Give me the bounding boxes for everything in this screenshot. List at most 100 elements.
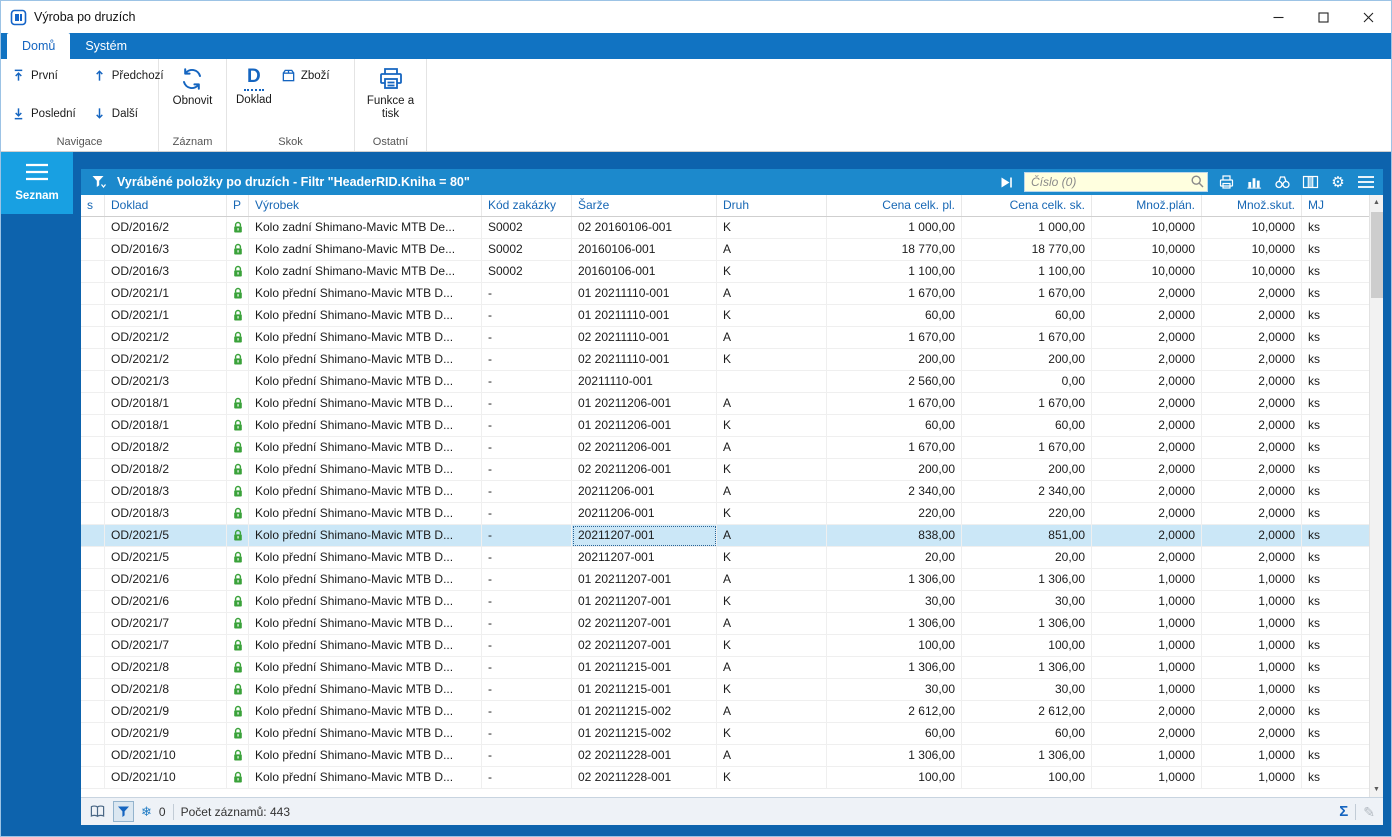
cell-mj[interactable]: ks	[1302, 327, 1371, 349]
cell-sarze[interactable]: 01 20211207-001	[572, 591, 717, 613]
cell-vyrobek[interactable]: Kolo přední Shimano-Mavic MTB D...	[249, 349, 482, 371]
scroll-down-arrow[interactable]: ▼	[1370, 782, 1383, 797]
table-row[interactable]: OD/2021/8 Kolo přední Shimano-Mavic MTB …	[81, 657, 1371, 679]
cell-sarze[interactable]: 20160106-001	[572, 239, 717, 261]
lock-cell[interactable]	[227, 503, 249, 525]
sidebar-item-seznam[interactable]: Seznam	[1, 152, 73, 214]
cell-cena_pl[interactable]: 1 000,00	[827, 217, 962, 239]
column-header-mj[interactable]: MJ	[1302, 195, 1371, 216]
cell-doklad[interactable]: OD/2016/3	[105, 239, 227, 261]
freeze-icon[interactable]: ❄	[141, 805, 152, 818]
lock-cell[interactable]	[227, 217, 249, 239]
cell-doklad[interactable]: OD/2021/8	[105, 657, 227, 679]
cell-sarze[interactable]: 01 20211215-001	[572, 657, 717, 679]
cell-cena_pl[interactable]: 1 670,00	[827, 437, 962, 459]
cell-sarze[interactable]: 20211207-001	[572, 547, 717, 569]
cell-cena_pl[interactable]: 60,00	[827, 723, 962, 745]
cell-cena_pl[interactable]: 60,00	[827, 415, 962, 437]
cell-s[interactable]	[81, 283, 105, 305]
cell-cena_sk[interactable]: 1 306,00	[962, 569, 1092, 591]
cell-vyrobek[interactable]: Kolo přední Shimano-Mavic MTB D...	[249, 459, 482, 481]
cell-cena_sk[interactable]: 1 000,00	[962, 217, 1092, 239]
cell-kod[interactable]: -	[482, 679, 572, 701]
cell-druh[interactable]: K	[717, 415, 827, 437]
cell-cena_pl[interactable]: 18 770,00	[827, 239, 962, 261]
cell-cena_pl[interactable]: 838,00	[827, 525, 962, 547]
cell-mj[interactable]: ks	[1302, 569, 1371, 591]
cell-mnoz_skut[interactable]: 10,0000	[1202, 261, 1302, 283]
zbozi-jump-button[interactable]: Zboží	[281, 68, 330, 83]
cell-cena_sk[interactable]: 1 670,00	[962, 437, 1092, 459]
cell-druh[interactable]: A	[717, 525, 827, 547]
cell-kod[interactable]: -	[482, 305, 572, 327]
cell-sarze[interactable]: 20211110-001	[572, 371, 717, 393]
cell-mnoz_plan[interactable]: 2,0000	[1092, 459, 1202, 481]
cell-s[interactable]	[81, 657, 105, 679]
cell-cena_pl[interactable]: 1 306,00	[827, 613, 962, 635]
cell-doklad[interactable]: OD/2021/5	[105, 525, 227, 547]
cell-druh[interactable]: K	[717, 591, 827, 613]
cell-cena_sk[interactable]: 200,00	[962, 459, 1092, 481]
column-header-druh[interactable]: Druh	[717, 195, 827, 216]
cell-vyrobek[interactable]: Kolo přední Shimano-Mavic MTB D...	[249, 393, 482, 415]
column-header-cena_sk[interactable]: Cena celk. sk.	[962, 195, 1092, 216]
cell-druh[interactable]: K	[717, 547, 827, 569]
cell-druh[interactable]: A	[717, 481, 827, 503]
cell-mnoz_plan[interactable]: 1,0000	[1092, 591, 1202, 613]
cell-mnoz_plan[interactable]: 1,0000	[1092, 679, 1202, 701]
print-icon[interactable]	[1216, 172, 1236, 192]
cell-kod[interactable]: -	[482, 569, 572, 591]
cell-sarze[interactable]: 01 20211206-001	[572, 393, 717, 415]
cell-druh[interactable]: K	[717, 723, 827, 745]
cell-cena_pl[interactable]: 2 340,00	[827, 481, 962, 503]
cell-mnoz_skut[interactable]: 1,0000	[1202, 657, 1302, 679]
cell-mj[interactable]: ks	[1302, 525, 1371, 547]
cell-sarze[interactable]: 02 20160106-001	[572, 217, 717, 239]
cell-cena_sk[interactable]: 30,00	[962, 679, 1092, 701]
cell-druh[interactable]: A	[717, 283, 827, 305]
cell-cena_sk[interactable]: 851,00	[962, 525, 1092, 547]
cell-cena_pl[interactable]: 2 560,00	[827, 371, 962, 393]
cell-sarze[interactable]: 02 20211110-001	[572, 349, 717, 371]
cell-mj[interactable]: ks	[1302, 437, 1371, 459]
cell-doklad[interactable]: OD/2021/7	[105, 613, 227, 635]
cell-cena_pl[interactable]: 2 612,00	[827, 701, 962, 723]
cell-cena_sk[interactable]: 0,00	[962, 371, 1092, 393]
lock-cell[interactable]	[227, 327, 249, 349]
table-row[interactable]: OD/2021/7 Kolo přední Shimano-Mavic MTB …	[81, 613, 1371, 635]
cell-vyrobek[interactable]: Kolo přední Shimano-Mavic MTB D...	[249, 767, 482, 789]
cell-kod[interactable]: -	[482, 327, 572, 349]
cell-cena_pl[interactable]: 60,00	[827, 305, 962, 327]
cell-doklad[interactable]: OD/2021/5	[105, 547, 227, 569]
cell-kod[interactable]: -	[482, 481, 572, 503]
cell-kod[interactable]: -	[482, 745, 572, 767]
cell-doklad[interactable]: OD/2021/1	[105, 305, 227, 327]
table-row[interactable]: OD/2021/5 Kolo přední Shimano-Mavic MTB …	[81, 525, 1371, 547]
cell-mj[interactable]: ks	[1302, 745, 1371, 767]
lock-cell[interactable]	[227, 283, 249, 305]
table-row[interactable]: OD/2021/10 Kolo přední Shimano-Mavic MTB…	[81, 745, 1371, 767]
cell-kod[interactable]: -	[482, 701, 572, 723]
cell-vyrobek[interactable]: Kolo přední Shimano-Mavic MTB D...	[249, 635, 482, 657]
cell-mnoz_plan[interactable]: 10,0000	[1092, 239, 1202, 261]
cell-vyrobek[interactable]: Kolo přední Shimano-Mavic MTB D...	[249, 657, 482, 679]
cell-mj[interactable]: ks	[1302, 657, 1371, 679]
cell-druh[interactable]: A	[717, 657, 827, 679]
table-row[interactable]: OD/2018/2 Kolo přední Shimano-Mavic MTB …	[81, 459, 1371, 481]
gear-icon[interactable]: ⚙	[1328, 172, 1348, 192]
cell-mnoz_skut[interactable]: 2,0000	[1202, 481, 1302, 503]
cell-mnoz_skut[interactable]: 10,0000	[1202, 239, 1302, 261]
table-row[interactable]: OD/2021/8 Kolo přední Shimano-Mavic MTB …	[81, 679, 1371, 701]
cell-vyrobek[interactable]: Kolo přední Shimano-Mavic MTB D...	[249, 503, 482, 525]
tab-domu[interactable]: Domů	[7, 33, 71, 59]
cell-cena_pl[interactable]: 20,00	[827, 547, 962, 569]
cell-cena_sk[interactable]: 1 670,00	[962, 283, 1092, 305]
cell-kod[interactable]: -	[482, 525, 572, 547]
cell-sarze[interactable]: 01 20211207-001	[572, 569, 717, 591]
first-record-button[interactable]: První	[11, 68, 76, 83]
cell-mnoz_plan[interactable]: 2,0000	[1092, 701, 1202, 723]
vertical-scrollbar[interactable]: ▲ ▼	[1369, 195, 1383, 797]
cell-druh[interactable]: K	[717, 767, 827, 789]
cell-cena_sk[interactable]: 100,00	[962, 635, 1092, 657]
column-header-s[interactable]: s	[81, 195, 105, 216]
